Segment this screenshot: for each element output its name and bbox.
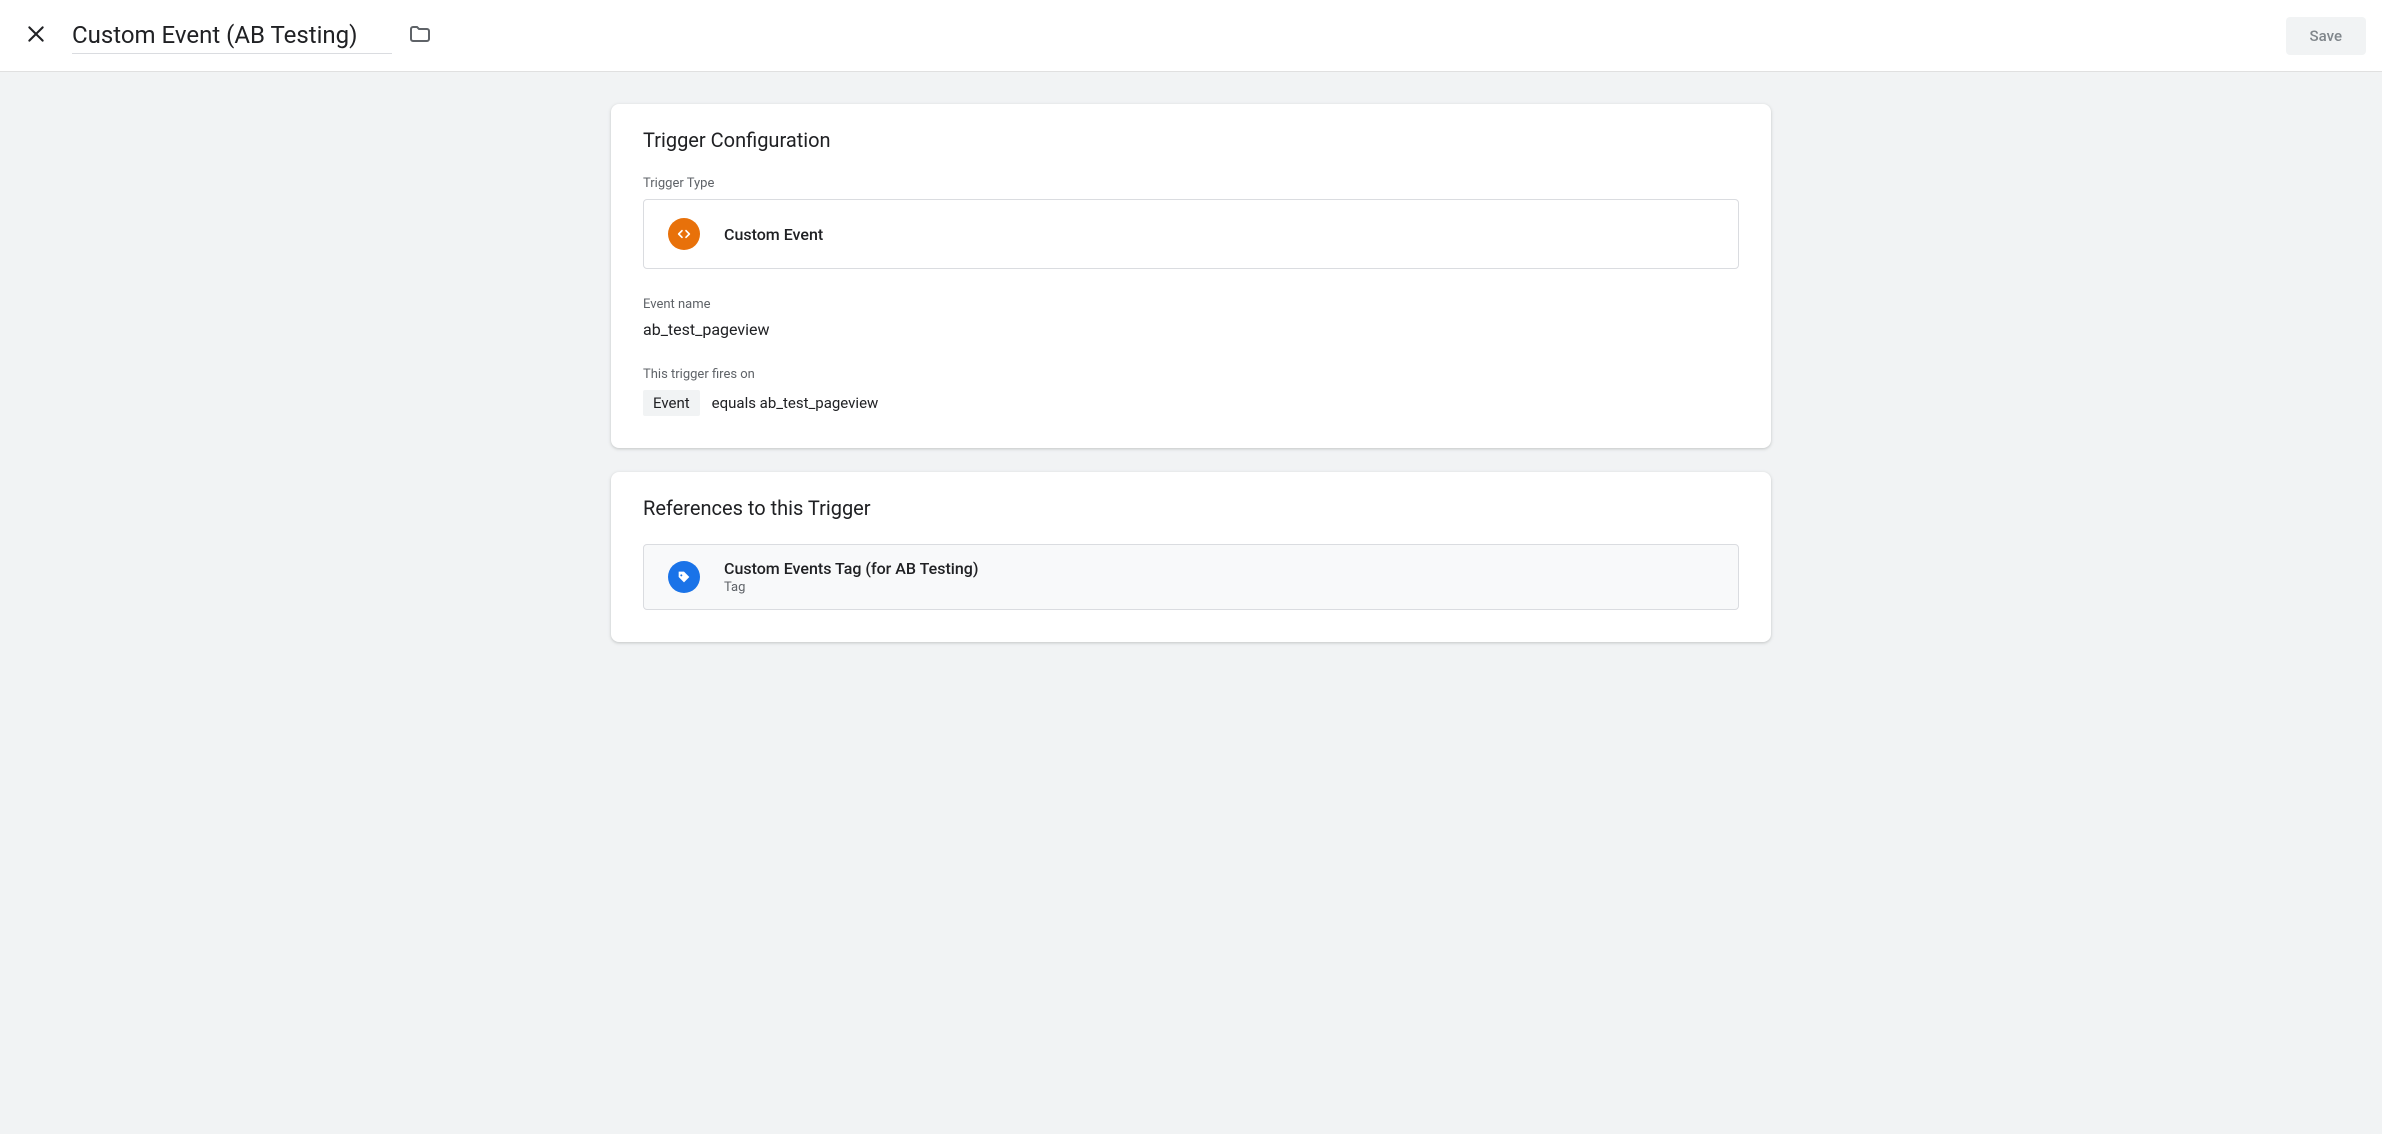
condition-variable-chip: Event <box>643 390 700 416</box>
save-button[interactable]: Save <box>2286 17 2366 55</box>
trigger-type-value: Custom Event <box>724 225 823 244</box>
event-name-section: Event name ab_test_pageview <box>643 297 1739 339</box>
references-card: References to this Trigger Custom Events… <box>611 472 1771 642</box>
tag-icon <box>668 561 700 593</box>
folder-button[interactable] <box>408 22 432 50</box>
fires-on-condition: Event equals ab_test_pageview <box>643 390 1739 416</box>
condition-text: equals ab_test_pageview <box>712 394 879 412</box>
reference-name: Custom Events Tag (for AB Testing) <box>724 559 978 578</box>
content-area: Trigger Configuration Trigger Type Custo… <box>591 72 1791 698</box>
trigger-configuration-card: Trigger Configuration Trigger Type Custo… <box>611 104 1771 448</box>
trigger-type-label: Trigger Type <box>643 176 1739 191</box>
custom-event-icon <box>668 218 700 250</box>
event-name-label: Event name <box>643 297 1739 312</box>
header-bar: Save <box>0 0 2382 72</box>
references-heading: References to this Trigger <box>643 496 1739 520</box>
close-button[interactable] <box>16 16 56 56</box>
reference-item[interactable]: Custom Events Tag (for AB Testing) Tag <box>643 544 1739 610</box>
trigger-config-heading: Trigger Configuration <box>643 128 1739 152</box>
reference-type: Tag <box>724 580 978 595</box>
fires-on-label: This trigger fires on <box>643 367 1739 382</box>
trigger-type-selector[interactable]: Custom Event <box>643 199 1739 269</box>
folder-icon <box>408 22 432 50</box>
event-name-value: ab_test_pageview <box>643 320 1739 339</box>
close-icon <box>26 24 46 47</box>
fires-on-section: This trigger fires on Event equals ab_te… <box>643 367 1739 416</box>
trigger-name-input[interactable] <box>72 17 392 54</box>
